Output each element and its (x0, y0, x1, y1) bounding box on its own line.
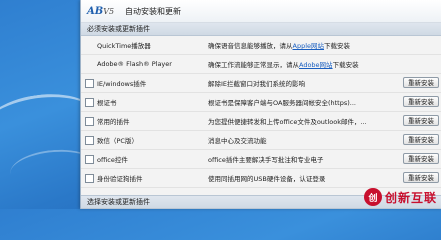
plugin-description-text: 根证书是保障客户端与OA服务器间帐安全(https)... (208, 99, 356, 107)
plugin-row: office控件 office插件主要解决手写批注和专业电子 重新安装 (81, 150, 441, 169)
plugin-name: 身份验证狗插件 (97, 175, 143, 183)
plugin-row: IE/windows插件 解除IE拦截窗口对我们系统的影响 重新安装 (81, 74, 441, 93)
plugin-name: office控件 (97, 156, 128, 164)
plugin-description-text: 为您提供便捷转发和上传office文件及outlook邮件，... (208, 118, 367, 126)
plugin-name: Adobe® Flash® Player (97, 60, 172, 68)
plugin-name: 根证书 (97, 99, 117, 107)
download-link[interactable]: Apple网站 (293, 42, 325, 50)
reinstall-button[interactable]: 重新安装 (403, 77, 439, 88)
plugin-name: 致信（PC版） (97, 137, 138, 145)
plugin-row: QuickTime播放器 确保语音信息能够播放，请从Apple网站下载安装 (81, 36, 441, 55)
plugin-name: IE/windows插件 (97, 80, 147, 88)
plugin-checkbox[interactable] (85, 116, 94, 126)
plugin-name: QuickTime播放器 (97, 42, 151, 50)
watermark-text: 创新互联 (384, 190, 437, 205)
plugin-row: 常用的插件 为您提供便捷转发和上传office文件及outlook邮件，... 重新… (81, 112, 441, 131)
plugin-description-text: 确保工作流能够正常显示，请从 (208, 61, 299, 69)
reinstall-button[interactable]: 重新安装 (403, 134, 439, 145)
plugin-checkbox[interactable] (85, 154, 94, 164)
plugin-description-text: office插件主要解决手写批注和专业电子 (208, 156, 324, 164)
plugin-row: 身份验证狗插件 使用同插用网的USB硬件设备，认证登录 重新安装 (81, 169, 441, 188)
plugin-description: 根证书是保障客户端与OA服务器间帐安全(https)... (208, 97, 396, 107)
plugin-description: 确保语音信息能够播放，请从Apple网站下载安装 (208, 40, 396, 50)
reinstall-button[interactable]: 重新安装 (403, 172, 439, 183)
plugin-row: Adobe® Flash® Player 确保工作流能够正常显示，请从Adobe网… (81, 55, 441, 74)
installer-window: ABV5 自动安装和更新 必须安装或更新插件 QuickTime播放器 确保语音信… (80, 0, 441, 209)
plugin-checkbox[interactable] (85, 97, 94, 107)
plugin-checkbox[interactable] (85, 173, 94, 183)
plugin-list: QuickTime播放器 确保语音信息能够播放，请从Apple网站下载安装 Adob… (81, 36, 441, 188)
plugin-description-text: 解除IE拦截窗口对我们系统的影响 (208, 80, 306, 88)
plugin-description-text: 消息中心及交流功能 (208, 137, 267, 145)
plugin-description: office插件主要解决手写批注和专业电子 (208, 154, 396, 164)
section-required: 必须安装或更新插件 (81, 23, 441, 36)
plugin-name: 常用的插件 (97, 118, 130, 126)
window-title: 自动安装和更新 (125, 6, 181, 16)
plugin-description: 使用同插用网的USB硬件设备，认证登录 (208, 173, 396, 183)
plugin-description-suffix: 下载安装 (324, 42, 351, 50)
plugin-description: 为您提供便捷转发和上传office文件及outlook邮件，... (208, 116, 396, 126)
plugin-description: 消息中心及交流功能 (208, 135, 396, 145)
watermark-logo: 创 创新互联 (363, 188, 437, 206)
plugin-checkbox[interactable] (85, 78, 94, 88)
reinstall-button[interactable]: 重新安装 (403, 153, 439, 164)
plugin-description-suffix: 下载安装 (332, 61, 359, 69)
plugin-description: 确保工作流能够正常显示，请从Adobe网站下载安装 (208, 59, 396, 69)
plugin-row: 致信（PC版） 消息中心及交流功能 重新安装 (81, 131, 441, 150)
plugin-checkbox[interactable] (85, 135, 94, 145)
plugin-description: 解除IE拦截窗口对我们系统的影响 (208, 78, 396, 88)
plugin-row: 根证书 根证书是保障客户端与OA服务器间帐安全(https)... 重新安装 (81, 93, 441, 112)
watermark-icon: 创 (363, 188, 382, 206)
plugin-description-text: 确保语音信息能够播放，请从 (208, 42, 293, 50)
plugin-description-text: 使用同插用网的USB硬件设备，认证登录 (208, 175, 326, 183)
reinstall-button[interactable]: 重新安装 (403, 96, 439, 107)
download-link[interactable]: Adobe网站 (299, 61, 333, 69)
title-bar: ABV5 自动安装和更新 (81, 0, 441, 23)
reinstall-button[interactable]: 重新安装 (403, 115, 439, 126)
app-logo: ABV5 (87, 5, 115, 17)
